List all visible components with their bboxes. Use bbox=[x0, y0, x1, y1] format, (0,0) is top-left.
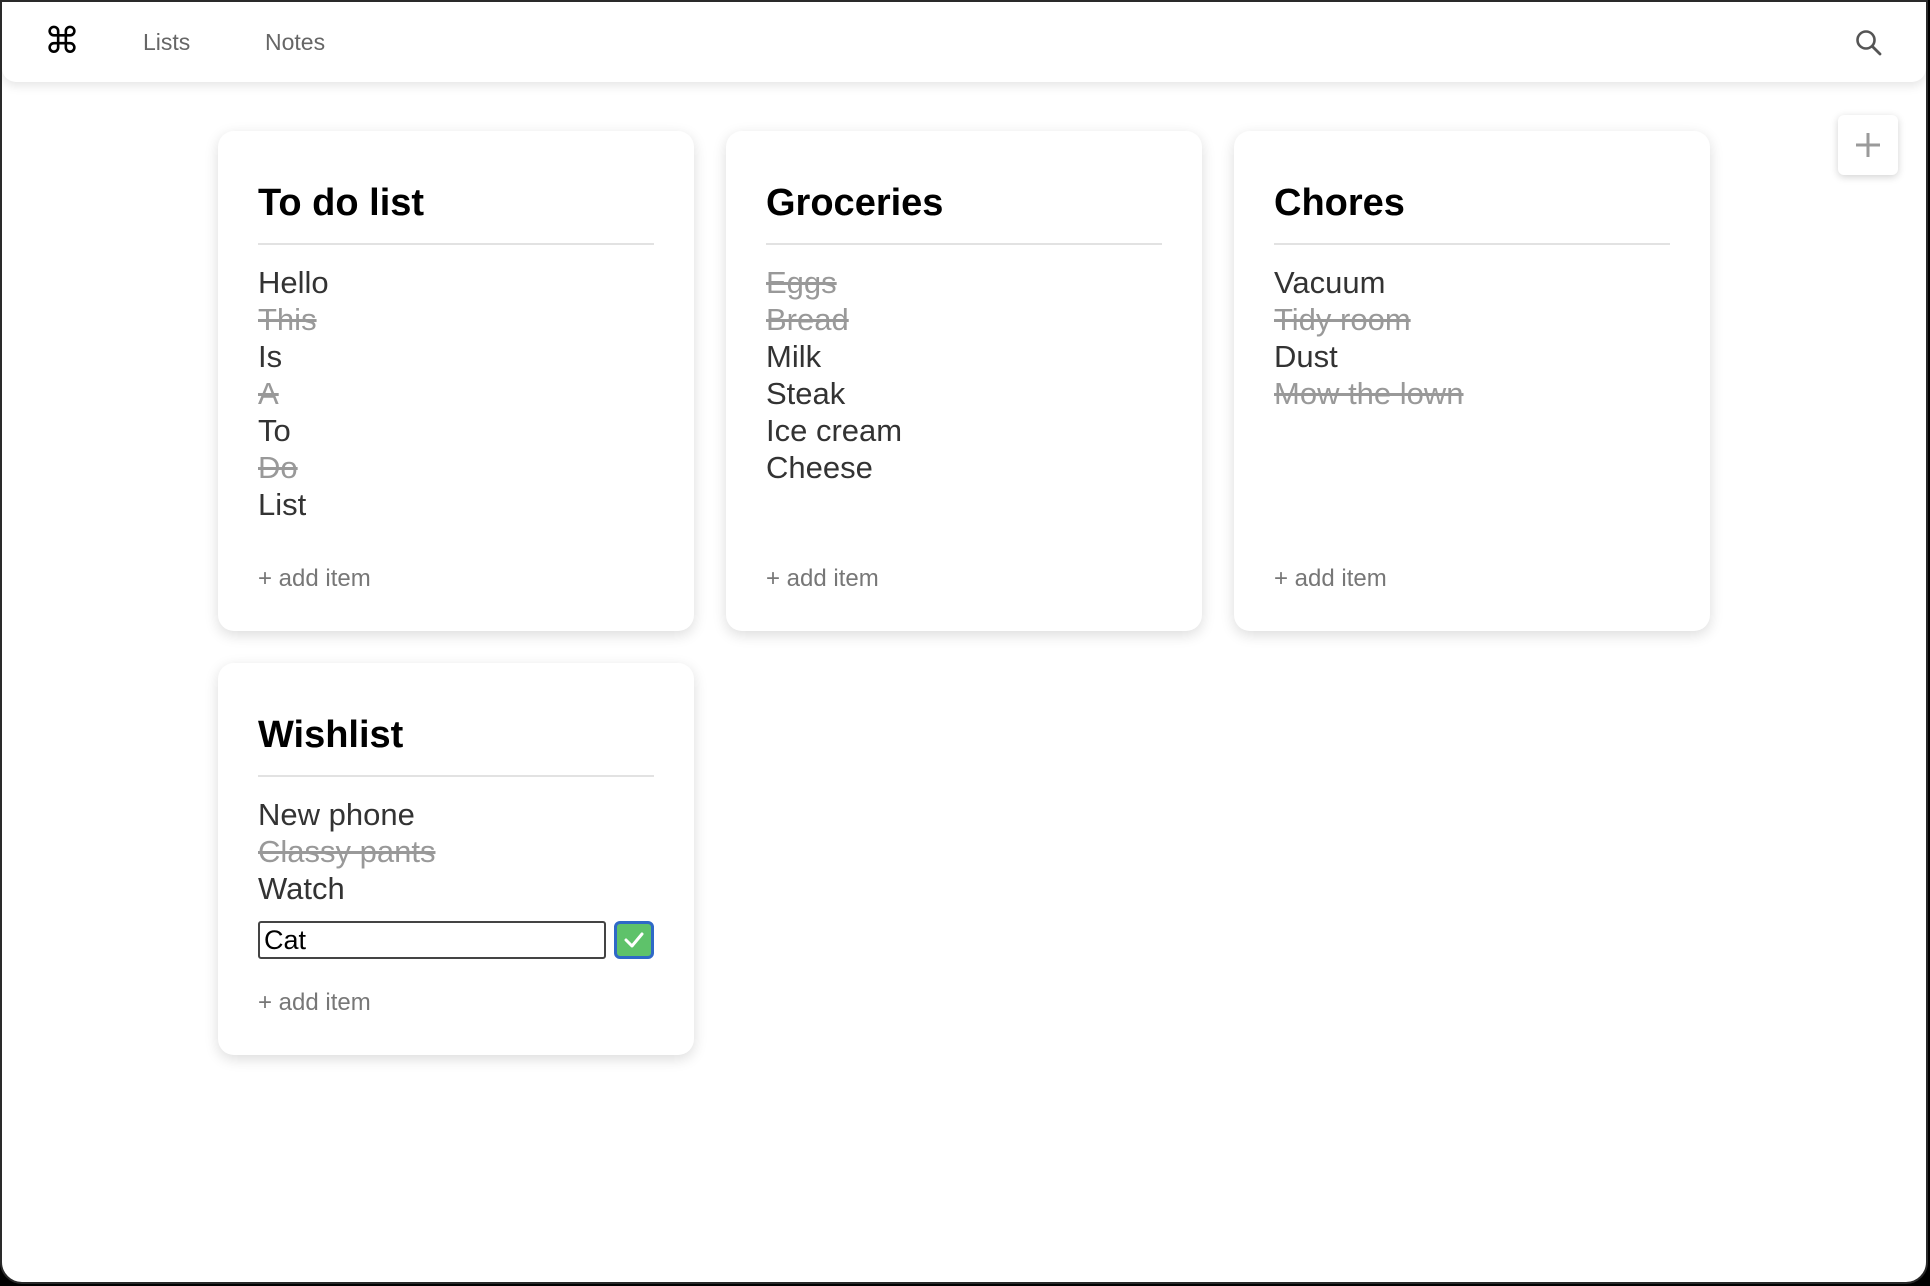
checkmark-icon bbox=[624, 932, 644, 948]
list-item[interactable]: Watch bbox=[258, 870, 435, 907]
add-item-button[interactable]: + add item bbox=[1274, 564, 1387, 594]
plus-icon bbox=[1856, 133, 1880, 157]
list-item[interactable]: Mow the lown bbox=[1274, 375, 1464, 412]
nav-link-notes[interactable]: Notes bbox=[265, 28, 325, 56]
list-card-todo: To do list Hello This Is A To Do List + add it… bbox=[218, 131, 694, 631]
list-title: To do list bbox=[258, 182, 425, 224]
nav-link-lists[interactable]: Lists bbox=[143, 28, 190, 56]
list-item[interactable]: Hello bbox=[258, 264, 329, 301]
divider bbox=[258, 243, 654, 245]
command-logo-icon[interactable]: ⌘ bbox=[44, 22, 80, 62]
add-item-button[interactable]: + add item bbox=[258, 988, 371, 1018]
list-title: Wishlist bbox=[258, 714, 404, 756]
list-item[interactable]: Milk bbox=[766, 338, 902, 375]
divider bbox=[766, 243, 1162, 245]
list-item[interactable]: This bbox=[258, 301, 329, 338]
list-item[interactable]: Bread bbox=[766, 301, 902, 338]
divider bbox=[258, 775, 654, 777]
list-item[interactable]: New phone bbox=[258, 796, 435, 833]
list-item[interactable]: Eggs bbox=[766, 264, 902, 301]
new-item-row bbox=[258, 921, 658, 963]
list-card-chores: Chores Vacuum Tidy room Dust Mow the lown +… bbox=[1234, 131, 1710, 631]
app-window: ⌘ Lists Notes To do list Hello This Is A To D… bbox=[0, 0, 1928, 1284]
add-item-button[interactable]: + add item bbox=[766, 564, 879, 594]
list-item[interactable]: List bbox=[258, 486, 329, 523]
add-item-button[interactable]: + add item bbox=[258, 564, 371, 594]
confirm-item-button[interactable] bbox=[614, 921, 654, 959]
list-items: Eggs Bread Milk Steak Ice cream Cheese bbox=[766, 264, 902, 486]
add-list-button[interactable] bbox=[1838, 115, 1898, 175]
new-item-input[interactable] bbox=[258, 921, 606, 959]
list-title: Chores bbox=[1274, 182, 1405, 224]
list-item[interactable]: Vacuum bbox=[1274, 264, 1464, 301]
list-card-wishlist: Wishlist New phoneClassy pantsWatch + ad… bbox=[218, 663, 694, 1055]
search-icon[interactable] bbox=[1854, 28, 1884, 58]
list-title: Groceries bbox=[766, 182, 944, 224]
list-item[interactable]: Do bbox=[258, 449, 329, 486]
list-item[interactable]: Steak bbox=[766, 375, 902, 412]
list-item[interactable]: Classy pants bbox=[258, 833, 435, 870]
list-item[interactable]: A bbox=[258, 375, 329, 412]
list-items: Vacuum Tidy room Dust Mow the lown bbox=[1274, 264, 1464, 412]
list-items: Hello This Is A To Do List bbox=[258, 264, 329, 523]
list-card-groceries: Groceries Eggs Bread Milk Steak Ice cream Che… bbox=[726, 131, 1202, 631]
list-item[interactable]: Tidy room bbox=[1274, 301, 1464, 338]
divider bbox=[1274, 243, 1670, 245]
top-nav-bar: ⌘ Lists Notes bbox=[2, 2, 1926, 82]
list-item[interactable]: Dust bbox=[1274, 338, 1464, 375]
list-item[interactable]: Is bbox=[258, 338, 329, 375]
list-items: New phone Classy pants Watch bbox=[258, 796, 435, 907]
list-item[interactable]: Ice cream bbox=[766, 412, 902, 449]
list-item[interactable]: To bbox=[258, 412, 329, 449]
list-item[interactable]: Cheese bbox=[766, 449, 902, 486]
